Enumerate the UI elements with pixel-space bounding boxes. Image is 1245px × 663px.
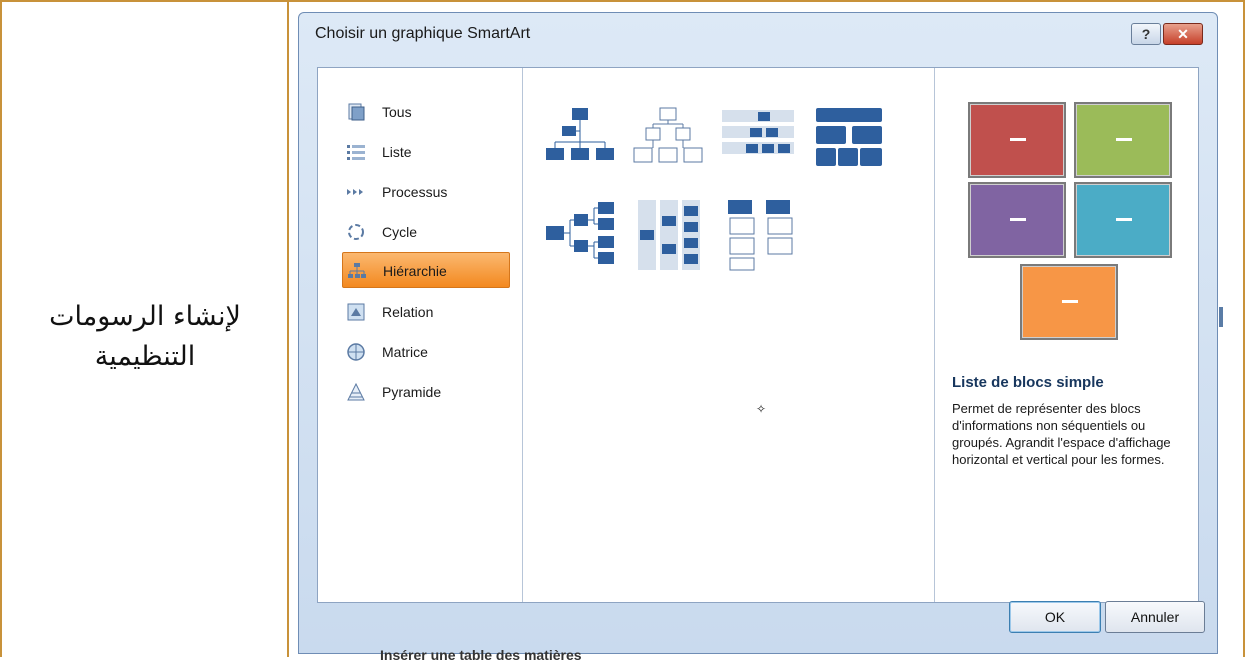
process-icon [346, 182, 366, 202]
preview-block-green [1074, 102, 1172, 178]
category-label: Pyramide [382, 384, 442, 400]
preview-description: Permet de représenter des blocs d'inform… [952, 401, 1171, 467]
layout-thumbnail-hierarchie-horizontale[interactable] [542, 196, 618, 272]
category-relation[interactable]: Relation [342, 294, 510, 330]
category-label: Cycle [382, 224, 418, 240]
move-cursor-icon: ✧ [756, 402, 767, 416]
table-border-left [0, 0, 2, 657]
dialog-title: Choisir un graphique SmartArt [315, 25, 531, 42]
category-label: Matrice [382, 344, 428, 360]
layout-thumbnail-hierarchie-tableau[interactable] [720, 104, 796, 180]
matrix-icon [346, 342, 366, 362]
pane-divider-left [522, 68, 523, 602]
category-tous[interactable]: Tous [342, 94, 510, 130]
hierarchy-icon [347, 261, 367, 281]
preview-block-orange [1020, 264, 1118, 340]
table-cell-arabic-label: لإنشاء الرسومات التنظيمية [49, 301, 241, 372]
category-label: Hiérarchie [383, 263, 447, 279]
category-cycle[interactable]: Cycle [342, 214, 510, 250]
partial-document-text: Insérer une table des matières [380, 647, 582, 663]
layout-thumbnail-hierarchie-blocs[interactable] [810, 104, 886, 180]
cycle-icon [346, 222, 366, 242]
relation-icon [346, 302, 366, 322]
cancel-button[interactable]: Annuler [1105, 601, 1205, 633]
layout-thumbnail-liste-hierarchique[interactable] [720, 196, 796, 272]
layout-thumbnail-organigramme[interactable] [542, 104, 618, 180]
scroll-edge-marker-right [1219, 307, 1223, 327]
category-label: Liste [382, 144, 412, 160]
category-matrice[interactable]: Matrice [342, 334, 510, 370]
smartart-dialog: Choisir un graphique SmartArt ? ✕ Tous L… [298, 12, 1218, 654]
help-button[interactable]: ? [1131, 23, 1161, 45]
dialog-client-area: Tous Liste Processus Cycle Hiérarchie Re… [317, 67, 1199, 603]
all-icon [346, 102, 366, 122]
category-pyramide[interactable]: Pyramide [342, 374, 510, 410]
preview-title: Liste de blocs simple [952, 374, 1104, 391]
preview-block-blue [1074, 182, 1172, 258]
pyramid-icon [346, 382, 366, 402]
category-hierarchie[interactable]: Hiérarchie [342, 252, 510, 288]
layout-thumbnail-hierarchie-horizontale-nommee[interactable] [630, 196, 706, 272]
list-icon [346, 142, 366, 162]
category-label: Tous [382, 104, 412, 120]
table-border-middle [287, 0, 289, 657]
table-border-top [0, 0, 1245, 2]
layout-thumbnail-hierarchie-nommee[interactable] [630, 104, 706, 180]
preview-block-red [968, 102, 1066, 178]
pane-divider-right [934, 68, 935, 602]
preview-block-purple [968, 182, 1066, 258]
category-label: Relation [382, 304, 434, 320]
category-liste[interactable]: Liste [342, 134, 510, 170]
close-button[interactable]: ✕ [1163, 23, 1203, 45]
ok-button[interactable]: OK [1009, 601, 1101, 633]
category-label: Processus [382, 184, 448, 200]
category-processus[interactable]: Processus [342, 174, 510, 210]
